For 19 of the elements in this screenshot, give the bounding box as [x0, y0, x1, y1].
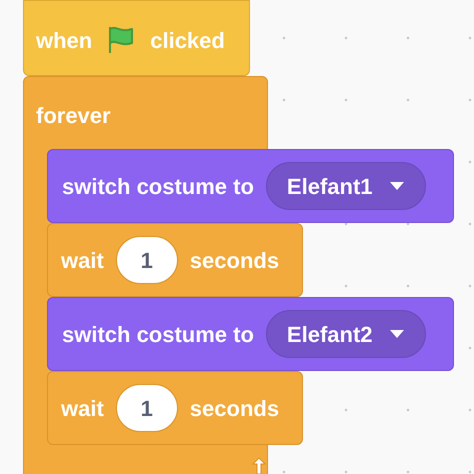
block-label: switch costume to [62, 172, 254, 200]
block-label: wait [61, 394, 104, 422]
wait-block[interactable]: wait 1 seconds [47, 223, 303, 297]
costume-dropdown[interactable]: Elefant2 [266, 310, 426, 358]
looks-block[interactable]: switch costume to Elefant2 [47, 297, 454, 371]
block-label: clicked [150, 26, 225, 54]
caret-icon [388, 181, 405, 191]
looks-block[interactable]: switch costume to Elefant1 [47, 149, 454, 223]
caret-icon [388, 329, 405, 339]
wait-block[interactable]: wait 1 seconds [47, 371, 303, 445]
costume-dropdown[interactable]: Elefant1 [266, 162, 426, 210]
block-label: wait [61, 246, 104, 274]
number-input[interactable]: 1 [116, 384, 178, 432]
block-label: seconds [190, 246, 280, 274]
block-label: forever [36, 103, 111, 128]
number-input[interactable]: 1 [116, 236, 178, 284]
block-label: seconds [190, 394, 280, 422]
block-label: switch costume to [62, 320, 254, 348]
block-label: when [36, 26, 92, 54]
